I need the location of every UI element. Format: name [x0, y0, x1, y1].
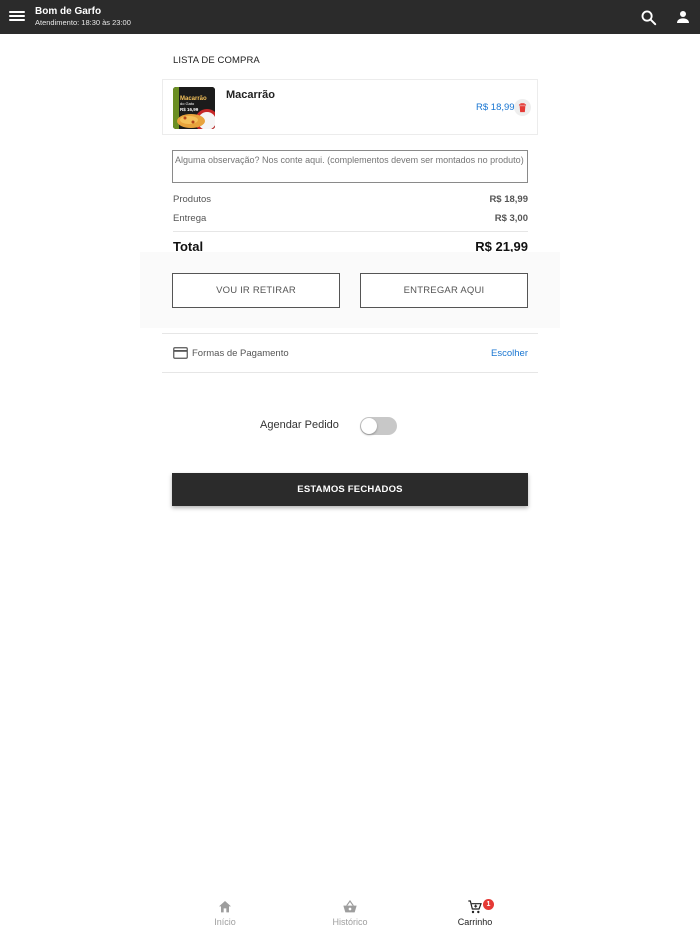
- delete-item-button[interactable]: [514, 99, 531, 116]
- delivery-value: R$ 3,00: [494, 213, 528, 224]
- delivery-row: Entrega R$ 3,00: [173, 213, 528, 224]
- item-price: R$ 18,99: [476, 102, 515, 113]
- bottom-navigation: Início Histórico 1 Carrinho: [0, 890, 700, 934]
- nav-cart-label: Carrinho: [457, 917, 493, 927]
- toggle-knob: [361, 418, 377, 434]
- schedule-order-toggle[interactable]: [360, 417, 397, 435]
- payment-methods-label: Formas de Pagamento: [192, 348, 289, 359]
- app-title: Bom de Garfo: [35, 6, 102, 17]
- divider: [173, 231, 528, 232]
- deliver-here-button[interactable]: ENTREGAR AQUI: [360, 273, 528, 308]
- thumb-subtitle: do Gato: [180, 101, 195, 106]
- opening-hours: Atendimento: 18:30 às 23:00: [35, 18, 131, 27]
- pickup-button[interactable]: VOU IR RETIRAR: [172, 273, 340, 308]
- home-icon: [219, 901, 231, 913]
- product-thumbnail: Macarrão do Gato R$ 16,99: [173, 87, 215, 129]
- nav-cart[interactable]: 1 Carrinho: [435, 890, 515, 934]
- products-row: Produtos R$ 18,99: [173, 194, 528, 205]
- person-icon[interactable]: [675, 9, 691, 25]
- app-bar: Bom de Garfo Atendimento: 18:30 às 23:00: [0, 0, 700, 34]
- nav-home-label: Início: [214, 917, 236, 927]
- nav-home[interactable]: Início: [185, 890, 265, 934]
- schedule-order-label: Agendar Pedido: [260, 419, 339, 431]
- cart-item: Macarrão do Gato R$ 16,99 Macarrão R$ 18…: [162, 79, 538, 135]
- choose-payment-link[interactable]: Escolher: [491, 348, 528, 359]
- closed-checkout-button[interactable]: ESTAMOS FECHADOS: [172, 473, 528, 506]
- observation-field[interactable]: [172, 150, 528, 183]
- delivery-label: Entrega: [173, 213, 207, 224]
- thumb-price: R$ 16,99: [180, 107, 199, 112]
- nav-history[interactable]: Histórico: [310, 890, 390, 934]
- menu-icon[interactable]: [9, 9, 25, 25]
- shopping-list-title: LISTA DE COMPRA: [173, 55, 260, 66]
- cart-badge: 1: [483, 899, 494, 910]
- cart-icon: [468, 900, 482, 914]
- basket-icon: [343, 899, 357, 913]
- payment-methods-row[interactable]: Formas de Pagamento Escolher: [162, 333, 538, 373]
- search-icon[interactable]: [640, 9, 657, 26]
- products-value: R$ 18,99: [489, 194, 528, 205]
- trash-icon: [518, 103, 527, 113]
- credit-card-icon: [173, 347, 188, 359]
- products-label: Produtos: [173, 194, 212, 205]
- nav-history-label: Histórico: [332, 917, 368, 927]
- item-name: Macarrão: [226, 89, 275, 101]
